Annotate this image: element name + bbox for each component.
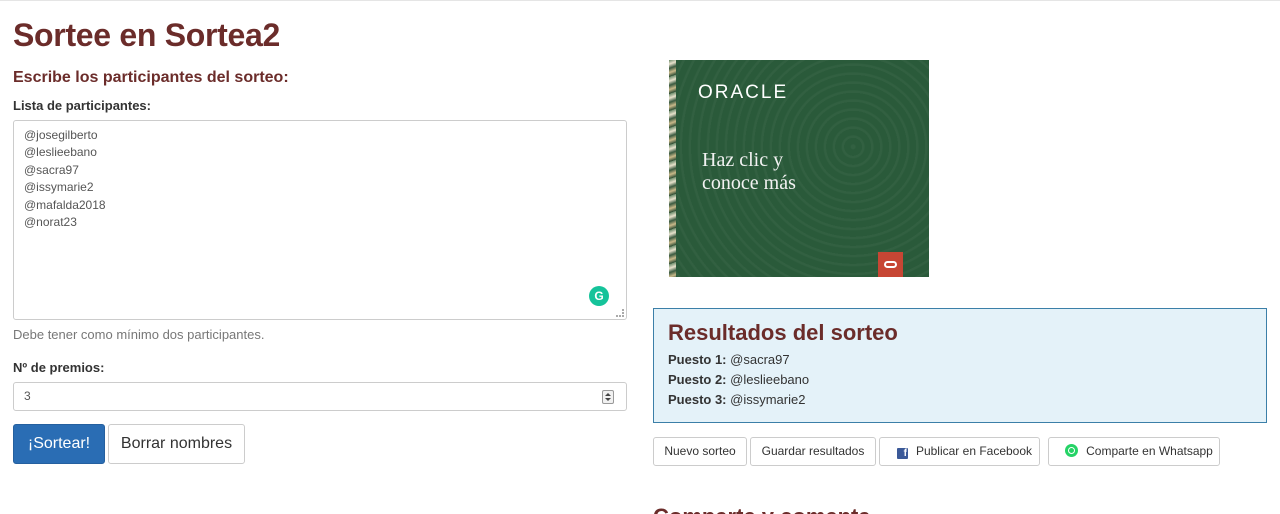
ad-decorative-strip [669,60,676,277]
prizes-number-input[interactable]: 3 [13,382,627,411]
result-row: Puesto 3: @issymarie2 [668,392,805,407]
result-row: Puesto 2: @leslieebano [668,372,809,387]
result-winner: @sacra97 [730,352,790,367]
oracle-ad-banner[interactable]: ORACLE Haz clic y conoce más [669,60,929,277]
save-results-button[interactable]: Guardar resultados [750,437,876,466]
prizes-value: 3 [24,389,31,403]
result-row: Puesto 1: @sacra97 [668,352,790,367]
form-subtitle: Escribe los participantes del sorteo: [13,69,289,86]
participant-line: @norat23 [24,215,77,230]
comments-heading: Comparte y comenta [653,504,871,514]
share-whatsapp-label: Comparte en Whatsapp [1086,444,1213,458]
participant-line: @sacra97 [24,162,79,177]
facebook-icon: f [896,448,908,459]
participants-textarea[interactable]: @josegilberto @leslieebano @sacra97 @iss… [13,120,627,320]
results-title: Resultados del sorteo [668,320,898,345]
spin-up-icon[interactable] [605,393,611,396]
top-border [0,0,1280,1]
participants-label: Lista de participantes: [13,98,151,113]
spinner-icon[interactable] [602,390,614,404]
clear-names-button[interactable]: Borrar nombres [108,424,245,464]
result-position: Puesto 3: [668,392,727,407]
whatsapp-icon [1065,444,1079,457]
participant-line: @mafalda2018 [24,197,106,212]
participant-line: @leslieebano [24,145,97,160]
share-whatsapp-button[interactable]: Comparte en Whatsapp [1048,437,1220,466]
oracle-logo: ORACLE [698,82,789,103]
oracle-badge-icon [878,252,903,277]
result-position: Puesto 1: [668,352,727,367]
participant-line: @josegilberto [24,128,98,142]
grammarly-icon[interactable]: G [589,286,609,306]
publish-facebook-button[interactable]: f Publicar en Facebook [879,437,1040,466]
participants-help-text: Debe tener como mínimo dos participantes… [13,327,265,342]
draw-button[interactable]: ¡Sortear! [13,424,105,464]
ad-text-line: Haz clic y [702,149,784,171]
ad-text-line: conoce más [702,172,796,194]
result-winner: @issymarie2 [730,392,806,407]
new-draw-button[interactable]: Nuevo sorteo [653,437,747,466]
resize-handle-icon[interactable] [616,309,624,317]
spin-down-icon[interactable] [605,398,611,401]
result-position: Puesto 2: [668,372,727,387]
page-title: Sortee en Sortea2 [13,17,281,53]
prizes-label: Nº de premios: [13,360,105,375]
result-winner: @leslieebano [730,372,810,387]
participant-line: @issymarie2 [24,180,94,195]
oracle-ring-icon [884,261,897,268]
publish-facebook-label: Publicar en Facebook [915,444,1033,458]
results-panel: Resultados del sorteo Puesto 1: @sacra97… [653,308,1267,423]
